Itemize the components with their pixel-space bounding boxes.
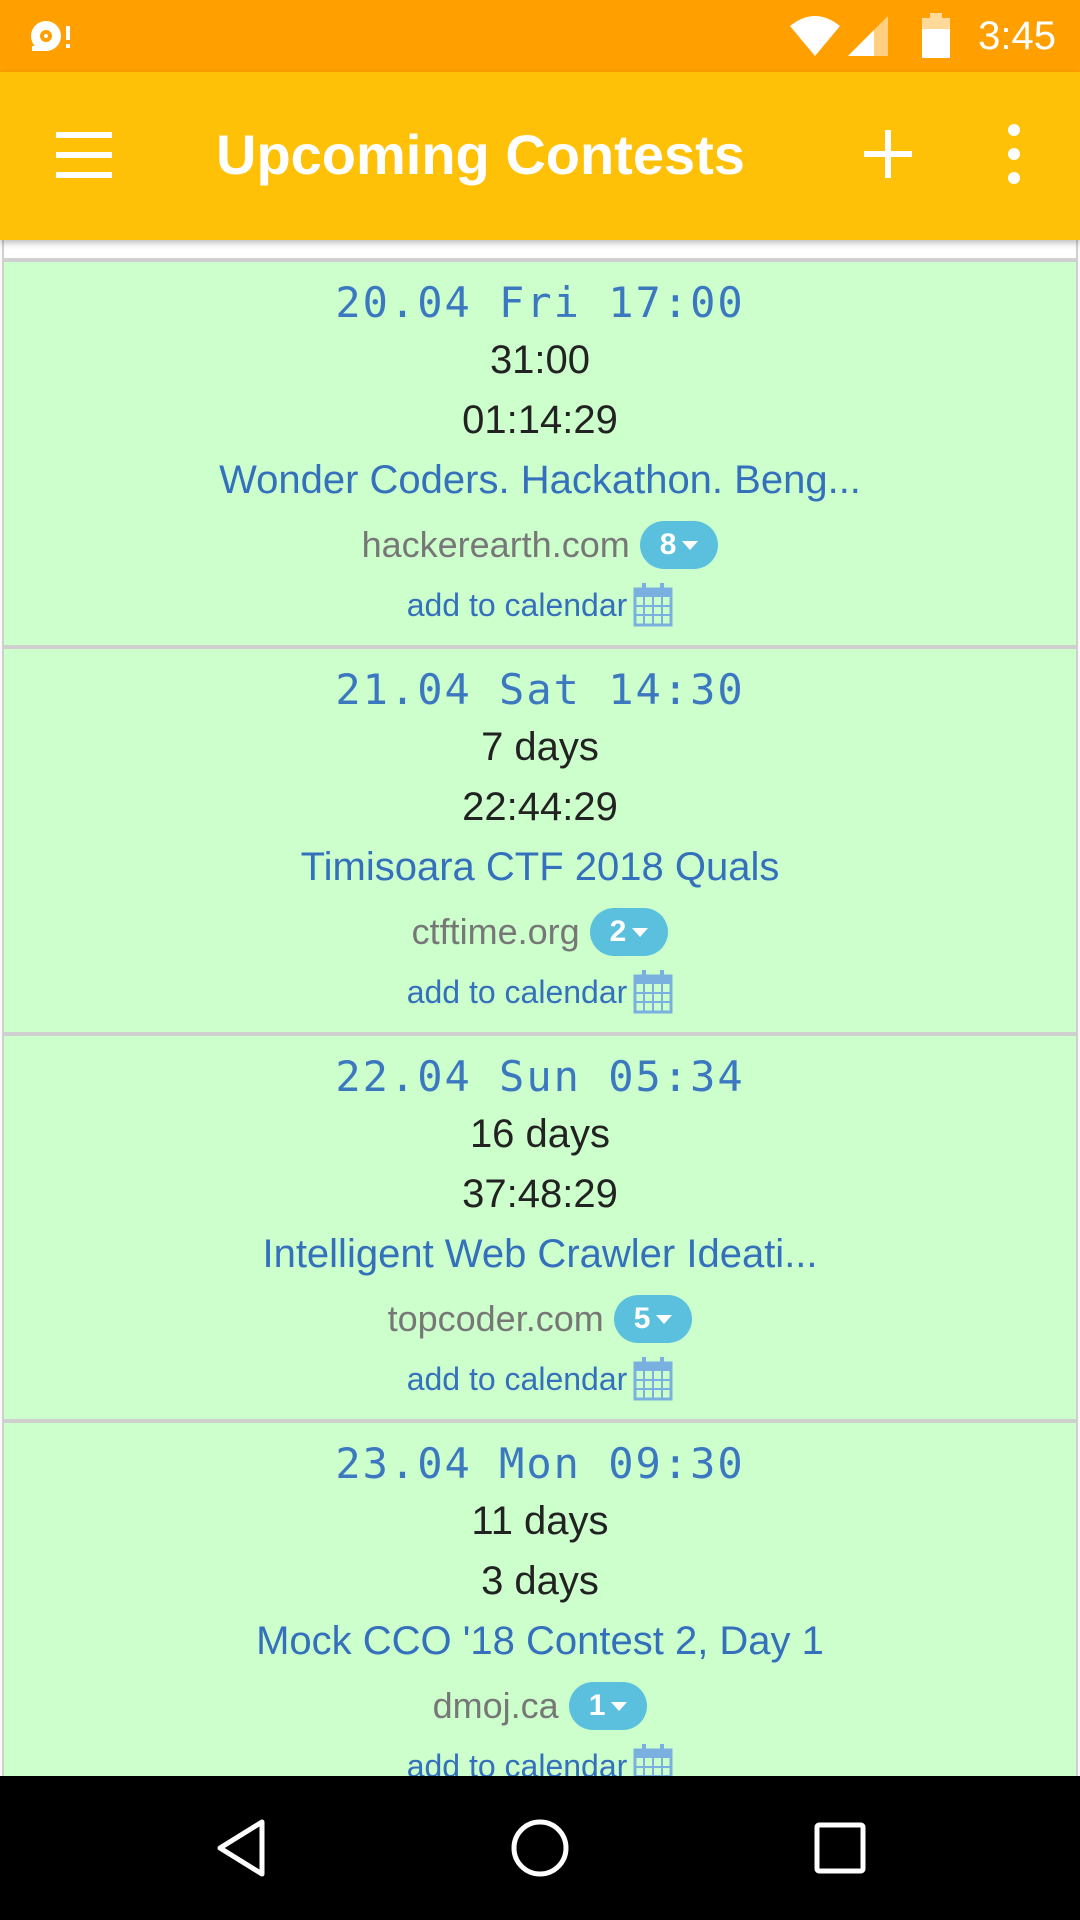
contest-card[interactable]: 21.04 Sat 14:30 7 days 22:44:29 Timisoar… (2, 647, 1078, 1034)
back-icon[interactable] (212, 1816, 268, 1880)
badge-count: 2 (609, 915, 627, 948)
list-item-partial (2, 240, 1078, 260)
battery-icon (922, 13, 951, 58)
calendar-icon (633, 1744, 673, 1776)
contest-site: dmoj.ca (432, 1685, 559, 1726)
contest-site-row: topcoder.com 5 (4, 1294, 1076, 1344)
contest-site: ctftime.org (411, 911, 580, 952)
contest-name-link[interactable]: Timisoara CTF 2018 Quals (4, 845, 1076, 890)
signal-icon (848, 16, 889, 56)
navigation-bar (0, 1776, 1080, 1920)
contest-site-row: ctftime.org 2 (4, 907, 1076, 957)
calendar-icon (633, 583, 673, 627)
contest-date: 23.04 Mon 09:30 (335, 1439, 745, 1488)
caret-down-icon (632, 927, 649, 937)
contest-name-link[interactable]: Intelligent Web Crawler Ideati... (4, 1232, 1076, 1277)
recents-icon[interactable] (812, 1816, 868, 1880)
count-badge-button[interactable]: 1 (568, 1682, 648, 1730)
calendar-label: add to calendar (406, 973, 628, 1010)
badge-count: 5 (633, 1302, 651, 1335)
contest-duration: 31:00 (489, 338, 591, 382)
calendar-icon (633, 970, 673, 1014)
status-bar: 3:45 (0, 0, 1080, 72)
wifi-icon (790, 16, 841, 56)
page-title: Upcoming Contests (216, 123, 745, 186)
contest-duration: 11 days (471, 1499, 609, 1543)
count-badge-button[interactable]: 8 (639, 521, 719, 569)
contest-date: 22.04 Sun 05:34 (335, 1052, 745, 1101)
contest-card[interactable]: 23.04 Mon 09:30 11 days 3 days Mock CCO … (2, 1421, 1078, 1776)
caret-down-icon (682, 540, 699, 550)
caret-down-icon (611, 1701, 628, 1711)
contest-site: topcoder.com (387, 1298, 604, 1339)
contest-duration: 16 days (469, 1112, 611, 1156)
contest-card[interactable]: 22.04 Sun 05:34 16 days 37:48:29 Intelli… (2, 1034, 1078, 1421)
contest-time-left: 22:44:29 (462, 785, 618, 829)
contest-time-left: 37:48:29 (462, 1172, 618, 1216)
calendar-icon (633, 1357, 673, 1401)
add-to-calendar-link[interactable]: add to calendar (4, 1356, 1076, 1402)
contest-date: 21.04 Sat 14:30 (335, 665, 745, 714)
count-badge-button[interactable]: 5 (613, 1295, 693, 1343)
notification-icon (31, 21, 70, 51)
contest-time-left: 3 days (481, 1559, 599, 1603)
contest-site: hackerearth.com (361, 524, 630, 565)
contest-name-link[interactable]: Wonder Coders. Hackathon. Beng... (4, 458, 1076, 503)
add-to-calendar-link[interactable]: add to calendar (4, 1743, 1076, 1776)
contest-site-row: dmoj.ca 1 (4, 1681, 1076, 1731)
app-bar: Upcoming Contests (0, 72, 1080, 240)
contest-time-left: 01:14:29 (462, 398, 618, 442)
contest-name-link[interactable]: Mock CCO '18 Contest 2, Day 1 (4, 1619, 1076, 1664)
add-to-calendar-link[interactable]: add to calendar (4, 969, 1076, 1015)
contest-list[interactable]: 20.04 Fri 17:00 31:00 01:14:29 Wonder Co… (0, 240, 1080, 1776)
calendar-label: add to calendar (406, 586, 628, 623)
caret-down-icon (656, 1314, 673, 1324)
calendar-label: add to calendar (406, 1747, 628, 1777)
contest-site-row: hackerearth.com 8 (4, 520, 1076, 570)
menu-icon[interactable] (40, 122, 130, 192)
contest-card[interactable]: 20.04 Fri 17:00 31:00 01:14:29 Wonder Co… (2, 260, 1078, 647)
calendar-label: add to calendar (406, 1360, 628, 1397)
badge-count: 1 (588, 1689, 606, 1722)
add-icon[interactable] (856, 122, 920, 186)
contest-duration: 7 days (481, 725, 599, 769)
add-to-calendar-link[interactable]: add to calendar (4, 582, 1076, 628)
home-icon[interactable] (508, 1816, 572, 1880)
more-vert-icon[interactable] (990, 122, 1038, 186)
count-badge-button[interactable]: 2 (589, 908, 669, 956)
clock: 3:45 (978, 13, 1056, 58)
contest-date: 20.04 Fri 17:00 (335, 278, 745, 327)
badge-count: 8 (659, 528, 677, 561)
